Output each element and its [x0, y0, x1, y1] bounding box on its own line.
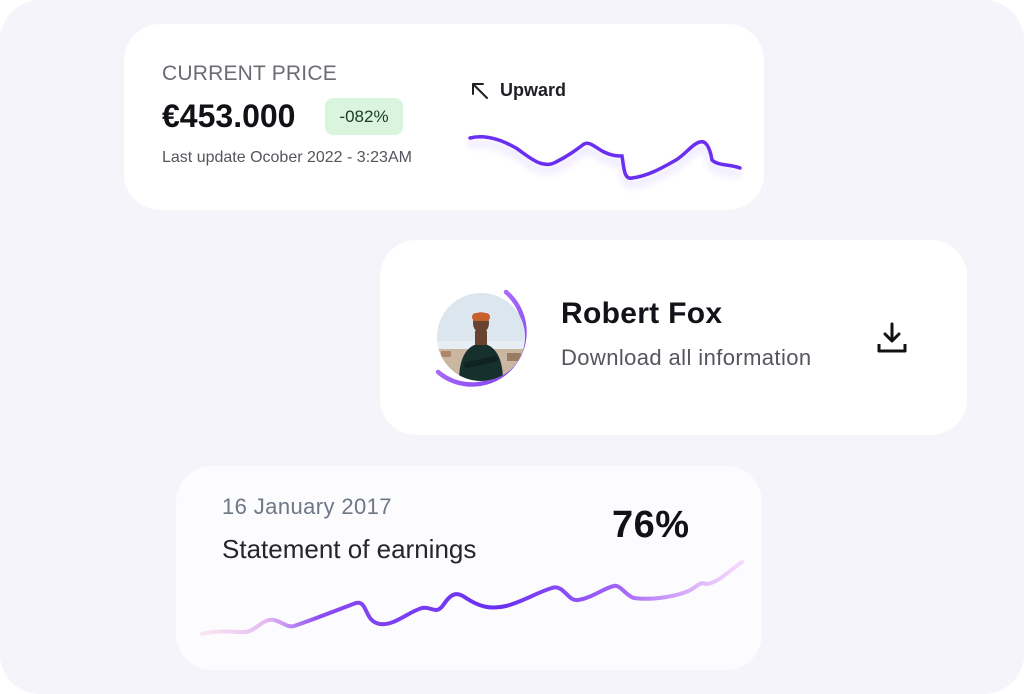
earnings-sparkline	[200, 560, 744, 636]
current-price-card: CURRENT PRICE €453.000 -082% Last update…	[124, 24, 764, 210]
download-button[interactable]	[874, 320, 910, 356]
price-change-badge: -082%	[325, 98, 403, 135]
price-value: €453.000	[162, 98, 296, 134]
profile-card: Robert Fox Download all information	[380, 240, 967, 435]
avatar	[437, 293, 525, 381]
last-update-text: Last update Ocober 2022 - 3:23AM	[162, 149, 412, 166]
trend-label: Upward	[500, 80, 567, 100]
download-info-text[interactable]: Download all information	[561, 345, 812, 371]
avatar-with-progress[interactable]	[430, 286, 534, 390]
dashboard-canvas: CURRENT PRICE €453.000 -082% Last update…	[0, 0, 1024, 694]
earnings-percent: 76%	[612, 504, 690, 546]
avatar-photo	[437, 293, 525, 381]
arrow-up-left-icon	[472, 82, 488, 99]
earnings-date: 16 January 2017	[222, 494, 392, 519]
profile-name: Robert Fox	[561, 297, 723, 330]
trend-indicator: Upward	[470, 80, 566, 101]
earnings-card: 16 January 2017 Statement of earnings 76…	[176, 466, 762, 670]
download-icon	[877, 322, 907, 353]
price-label: CURRENT PRICE	[162, 62, 337, 85]
price-sparkline	[468, 135, 742, 180]
